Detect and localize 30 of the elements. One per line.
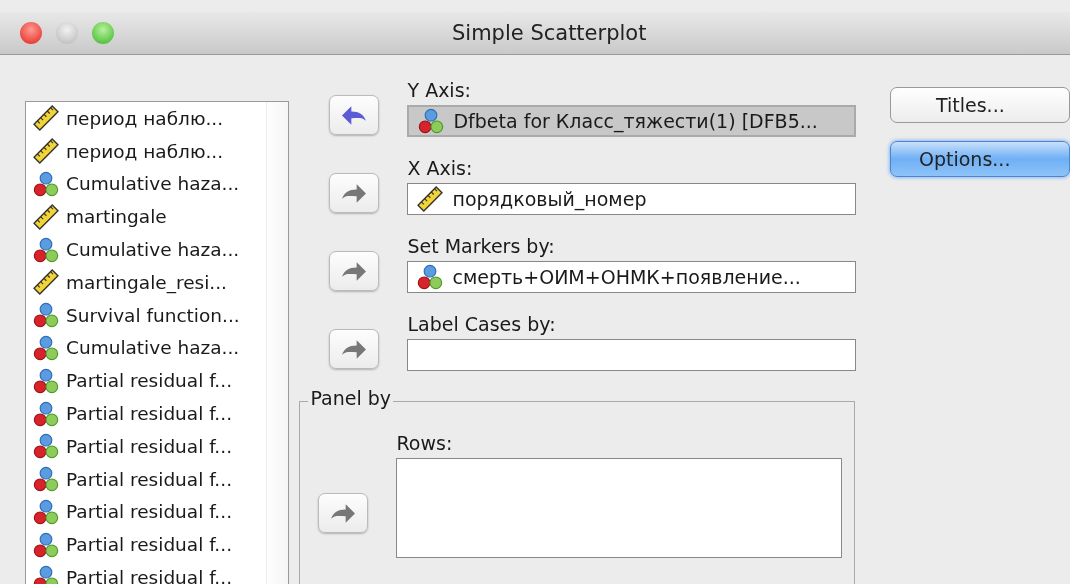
variable-item[interactable]: martingale	[26, 200, 266, 234]
variable-item[interactable]: период наблю...	[26, 102, 266, 135]
field-label: Label Cases by:	[407, 312, 557, 337]
variable-item[interactable]: Partial residual f...	[26, 429, 266, 463]
target-field[interactable]: смерть+ОИМ+ОНМК+появление...	[407, 261, 857, 293]
field-value: порядковый_номер	[452, 188, 647, 210]
variable-item[interactable]: период наблю...	[26, 134, 266, 168]
field-label: X Axis:	[407, 156, 474, 181]
variable-item[interactable]: Survival function...	[26, 298, 266, 332]
variable-item[interactable]: Partial residual f...	[26, 397, 266, 430]
target-field[interactable]: порядковый_номер	[407, 183, 857, 215]
field-label: Rows:	[396, 431, 454, 456]
dialog-button[interactable]: Options...	[890, 141, 1070, 177]
target-field[interactable]: Dfbeta for Класс_тяжести(1) [DFB5...	[407, 105, 857, 137]
variable-item[interactable]: Partial residual f...	[26, 495, 266, 529]
variable-item[interactable]: Partial residual f...	[26, 364, 266, 398]
variable-item[interactable]: Cumulative haza...	[26, 167, 266, 201]
dialog-button[interactable]: Titles...	[890, 87, 1070, 123]
field-value: смерть+ОИМ+ОНМК+появление...	[452, 266, 801, 288]
variable-item[interactable]: martingale_resi...	[26, 266, 266, 299]
variable-item[interactable]: Cumulative haza...	[26, 331, 266, 365]
panel-title: Panel by	[308, 387, 394, 409]
window-title: Simple Scatterplot	[452, 21, 647, 45]
variable-item[interactable]: Partial residual f...	[26, 561, 266, 584]
field-value: Dfbeta for Класс_тяжести(1) [DFB5...	[453, 110, 818, 132]
field-label: Y Axis:	[407, 78, 472, 103]
variable-item[interactable]: Partial residual f...	[26, 528, 266, 562]
variable-item[interactable]: Cumulative haza...	[26, 233, 266, 266]
field-label: Set Markers by:	[407, 234, 556, 259]
variable-item[interactable]: Partial residual f...	[26, 462, 266, 496]
